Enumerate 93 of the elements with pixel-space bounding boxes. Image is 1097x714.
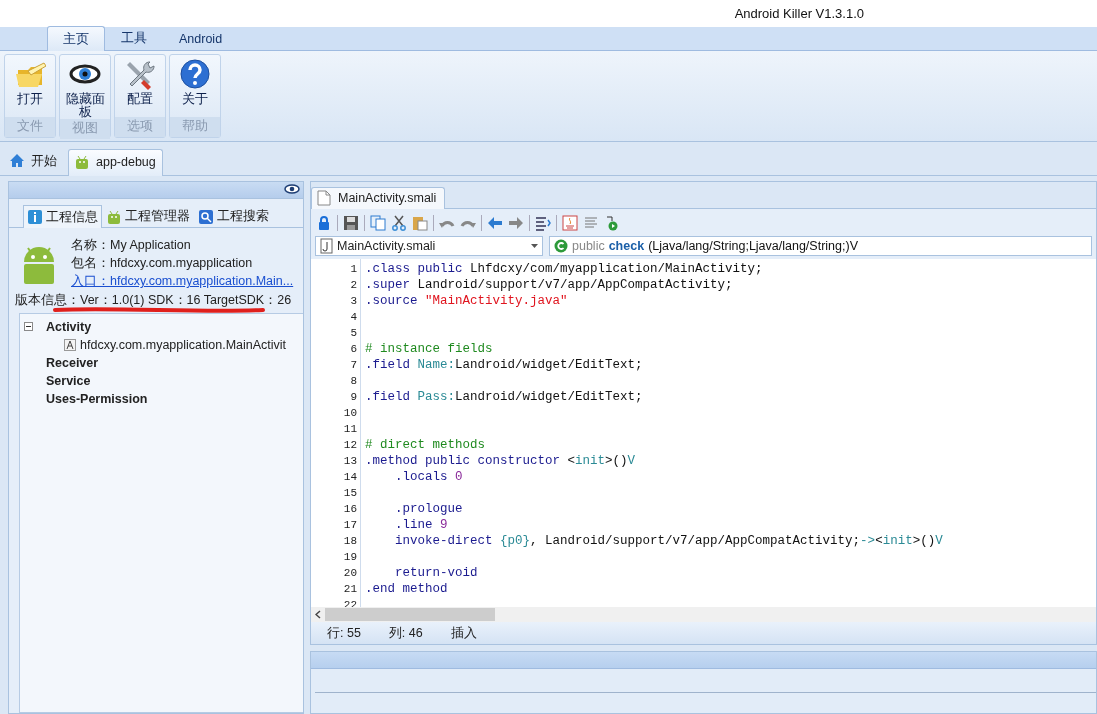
- code-line: .line 9: [395, 518, 448, 532]
- line-number: 17: [343, 518, 357, 533]
- help-icon: [179, 58, 211, 90]
- line-number: 14: [343, 470, 357, 485]
- document-tab[interactable]: app-debug: [68, 149, 163, 176]
- text-lines-icon[interactable]: [583, 215, 599, 231]
- file-icon: [316, 190, 332, 206]
- status-text: 行: 55: [327, 625, 361, 641]
- line-number: 12: [343, 438, 357, 453]
- line-number: 8: [350, 374, 357, 389]
- eye-icon: [284, 183, 300, 195]
- line-number: 4: [350, 310, 357, 325]
- panel-tab[interactable]: 工程管理器: [102, 205, 194, 227]
- android-icon: [106, 208, 122, 225]
- method-dropdown[interactable]: public check (Ljava/lang/String;Ljava/lang/String;)V: [549, 236, 1092, 256]
- code-line: .super Landroid/support/v7/app/AppCompatActivity;: [365, 278, 733, 292]
- group-label: 选项: [115, 117, 165, 137]
- line-number: 3: [350, 294, 357, 309]
- line-number: 16: [343, 502, 357, 517]
- line-number: 20: [343, 566, 357, 581]
- code-line: .locals 0: [395, 470, 463, 484]
- house-icon: [9, 153, 25, 169]
- dropdown-arrow-icon: [531, 244, 538, 248]
- entry-link[interactable]: 入口：hfdcxy.com.myapplication.Main...: [71, 272, 297, 290]
- code-line: .end method: [365, 582, 448, 596]
- ribbon-button[interactable]: 关于: [170, 55, 220, 117]
- class-icon: [554, 239, 568, 253]
- line-number: 15: [343, 486, 357, 501]
- code-line: invoke-direct {p0}, Landroid/support/v7/app/AppCompatActivity;-><init>()V: [395, 534, 943, 548]
- line-number: 13: [343, 454, 357, 469]
- ribbon-tab[interactable]: 工具: [105, 26, 163, 50]
- line-number: 2: [350, 278, 357, 293]
- run-icon[interactable]: [604, 215, 620, 231]
- code-line: .source "MainActivity.java": [365, 294, 568, 308]
- status-text: 插入: [450, 625, 477, 641]
- file-dropdown[interactable]: MainActivity.smali: [315, 236, 543, 256]
- line-number: 7: [350, 358, 357, 373]
- line-number: 19: [343, 550, 357, 565]
- line-number: 5: [350, 326, 357, 341]
- android-icon: [74, 154, 90, 170]
- ribbon-button[interactable]: 隐藏面板: [60, 55, 110, 119]
- file-tab[interactable]: MainActivity.smali: [311, 187, 446, 209]
- code-line: # instance fields: [365, 342, 493, 356]
- tree-item[interactable]: Receiver: [46, 354, 99, 372]
- code-line: .class public Lhfdcxy/com/myapplication/MainActivity;: [365, 262, 763, 276]
- line-number: 9: [350, 390, 357, 405]
- tree-item[interactable]: Service: [46, 372, 91, 390]
- ribbon-button[interactable]: 打开: [5, 55, 55, 117]
- search-icon: [198, 208, 214, 225]
- version-info: 版本信息：Ver：1.0(1) SDK：16 TargetSDK：26: [15, 293, 292, 307]
- info-icon: [27, 209, 43, 225]
- code-line: # direct methods: [365, 438, 486, 452]
- line-number: 10: [343, 406, 357, 421]
- window-title: Android Killer V1.3.1.0: [734, 6, 864, 21]
- line-number: 6: [350, 342, 357, 357]
- group-label: 文件: [5, 117, 55, 137]
- scroll-left-icon: [315, 610, 321, 619]
- tree-item[interactable]: hfdcxy.com.myapplication.MainActivit: [80, 336, 287, 354]
- code-line: .field Name:Landroid/widget/EditText;: [365, 358, 643, 372]
- tree-item[interactable]: Uses-Permission: [46, 390, 148, 408]
- horizontal-scrollbar[interactable]: [311, 607, 1096, 622]
- panel-tab[interactable]: 工程信息: [23, 205, 102, 228]
- line-number: 18: [343, 534, 357, 549]
- app-name: 名称：My Application: [71, 237, 192, 254]
- group-label: 帮助: [170, 117, 220, 137]
- document-tab[interactable]: 开始: [8, 148, 64, 175]
- ribbon-tab[interactable]: 主页: [47, 26, 105, 51]
- status-text: 列: 46: [388, 625, 423, 641]
- collapse-icon[interactable]: [24, 322, 33, 331]
- panel-tab[interactable]: 工程搜索: [194, 205, 273, 227]
- ribbon-tab[interactable]: Android: [163, 26, 239, 50]
- class-icon: [64, 339, 76, 351]
- format-icon[interactable]: [535, 215, 551, 231]
- code-line: .prologue: [395, 502, 463, 516]
- group-label: 视图: [60, 119, 110, 139]
- code-line: .field Pass:Landroid/widget/EditText;: [365, 390, 643, 404]
- back-arrow-icon[interactable]: [487, 215, 503, 231]
- lock-icon[interactable]: [316, 215, 332, 231]
- line-number: 1: [350, 262, 357, 277]
- copy-icon[interactable]: [370, 215, 386, 231]
- save-icon[interactable]: [343, 215, 359, 231]
- java-icon[interactable]: [562, 215, 578, 231]
- code-line: return-void: [395, 566, 478, 580]
- tree-item[interactable]: Activity: [46, 318, 92, 336]
- paste-icon[interactable]: [412, 215, 428, 231]
- line-number: 11: [343, 422, 357, 437]
- java-file-icon: [320, 238, 333, 254]
- line-number: 21: [343, 582, 357, 597]
- ribbon-button[interactable]: 配置: [115, 55, 165, 117]
- cut-icon[interactable]: [391, 215, 407, 231]
- code-line: .method public constructor <init>()V: [365, 454, 636, 468]
- package-name: 包名：hfdcxy.com.myapplication: [71, 255, 254, 272]
- forward-arrow-icon[interactable]: [508, 215, 524, 231]
